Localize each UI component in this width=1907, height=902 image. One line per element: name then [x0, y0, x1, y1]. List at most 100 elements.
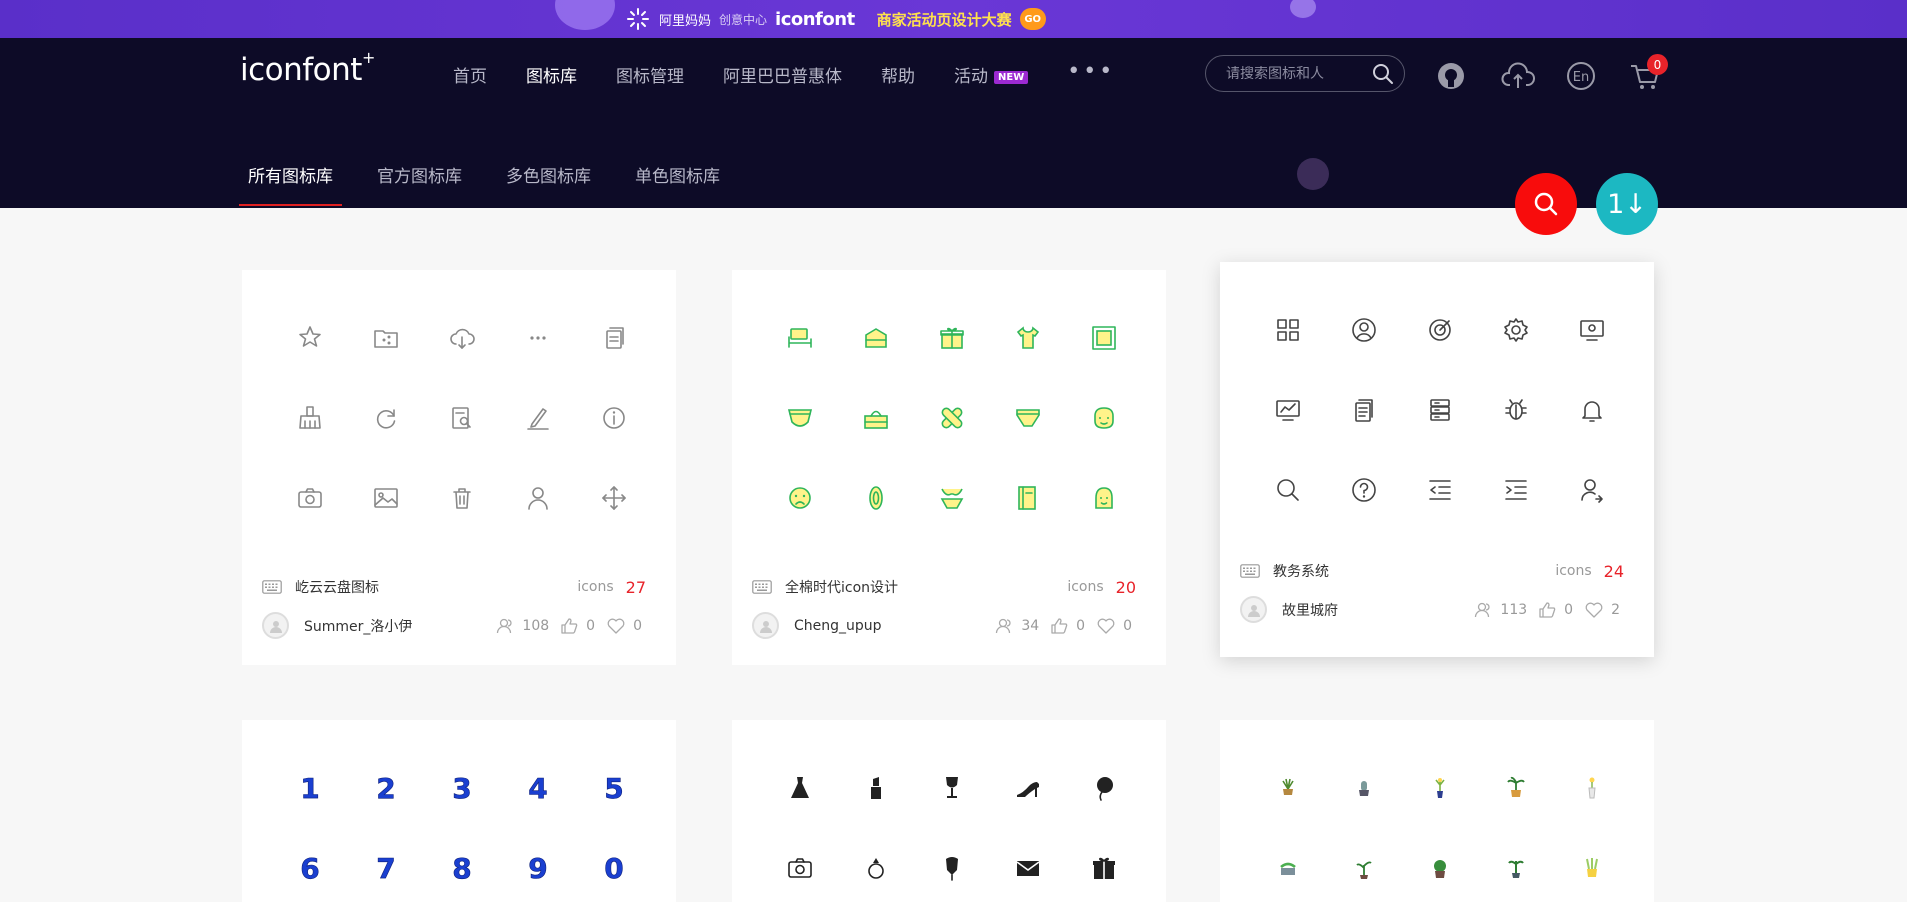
tab-multicolor-libraries[interactable]: 多色图标库	[506, 162, 591, 201]
search-icon	[1273, 475, 1303, 505]
library-card[interactable]: 全棉时代icon设计 icons 20 Cheng_upup 34 0 0	[732, 270, 1166, 665]
library-card[interactable]: 教务系统 icons 24 故里城府 113 0 2	[1220, 262, 1654, 657]
diaper-icon	[785, 403, 815, 433]
icon-count: 20	[1115, 577, 1136, 597]
user-edit-icon	[1577, 475, 1607, 505]
logo-plus: +	[361, 47, 375, 67]
chart-icon	[1273, 395, 1303, 425]
library-name[interactable]: 屹云云盘图标	[295, 577, 379, 597]
more-menu-icon[interactable]: •••	[1067, 59, 1115, 84]
svg-text:4: 4	[528, 773, 547, 803]
tree-pot-icon	[1501, 853, 1531, 883]
avatar[interactable]	[262, 612, 289, 639]
svg-text:6: 6	[300, 853, 319, 883]
icon-count-label: icons	[577, 579, 614, 595]
card-title-row: 全棉时代icon设计 icons 20	[752, 577, 1136, 597]
nav-help[interactable]: 帮助	[881, 62, 915, 87]
language-en-icon[interactable]: En	[1566, 61, 1596, 91]
heart-icon[interactable]	[1097, 618, 1115, 634]
author-name[interactable]: 故里城府	[1282, 600, 1338, 620]
search-input[interactable]	[1226, 65, 1366, 82]
nav-icon-library[interactable]: 图标库	[526, 62, 577, 87]
promo-banner[interactable]: 阿里妈妈 创意中心 iconfont 商家活动页设计大赛 GO	[0, 0, 1907, 38]
card-user-row: Cheng_upup 34 0 0	[752, 612, 1136, 639]
favorites-count: 0	[1123, 617, 1132, 634]
grid-icon	[1273, 315, 1303, 345]
tab-official-libraries[interactable]: 官方图标库	[377, 162, 462, 201]
gift-box-icon	[937, 323, 967, 353]
bed-icon	[785, 323, 815, 353]
tab-monochrome-libraries[interactable]: 单色图标库	[635, 162, 720, 201]
keyboard-icon	[752, 580, 772, 594]
logo-text: iconfont	[240, 52, 362, 88]
card-stats: 34 0 0	[995, 618, 1136, 634]
library-name[interactable]: 全棉时代icon设计	[785, 577, 898, 597]
ring-icon	[861, 853, 891, 883]
avatar[interactable]	[1240, 596, 1267, 623]
github-icon[interactable]	[1436, 61, 1466, 91]
gear-icon	[1501, 315, 1531, 345]
wine-glass-icon	[937, 773, 967, 803]
nav-icon-management[interactable]: 图标管理	[616, 62, 684, 87]
avatar[interactable]	[752, 612, 779, 639]
nav-activity[interactable]: 活动 NEW	[954, 62, 1029, 87]
nav-home[interactable]: 首页	[453, 62, 487, 87]
refresh-icon	[371, 403, 401, 433]
monitor-icon	[1577, 315, 1607, 345]
lipstick-icon	[861, 773, 891, 803]
move-icon	[599, 483, 629, 513]
nav-alibaba-font[interactable]: 阿里巴巴普惠体	[723, 62, 842, 87]
banner-decoration	[1290, 0, 1316, 18]
author-name[interactable]: Cheng_upup	[794, 618, 882, 634]
upload-cloud-icon[interactable]	[1501, 61, 1535, 91]
card-user-row: 故里城府 113 0 2	[1240, 596, 1624, 623]
star-icon	[295, 323, 325, 353]
heart-icon[interactable]	[1585, 602, 1603, 618]
nav-activity-label: 活动	[954, 67, 988, 87]
thumbs-up-icon[interactable]	[1539, 601, 1556, 618]
tissue-box-icon	[861, 403, 891, 433]
bottle-flower-icon	[1577, 773, 1607, 803]
digit-icon: 1	[295, 773, 325, 803]
copy-icon	[599, 323, 629, 353]
members-icon	[996, 618, 1011, 633]
icon-count-label: icons	[1067, 579, 1104, 595]
gift-icon	[1089, 853, 1119, 883]
doc-search-icon	[447, 403, 477, 433]
server-icon	[1425, 395, 1455, 425]
library-name[interactable]: 教务系统	[1273, 561, 1329, 581]
card-title-row: 教务系统 icons 24	[1240, 561, 1624, 581]
envelope-icon	[1013, 853, 1043, 883]
search-icon[interactable]	[1372, 63, 1394, 85]
members-icon	[497, 618, 512, 633]
flower-vase-icon	[1425, 773, 1455, 803]
card-stats: 113 0 2	[1474, 602, 1624, 618]
likes-count: 0	[1564, 601, 1574, 618]
floating-decoration	[1297, 158, 1329, 190]
indent-left-icon	[1425, 475, 1455, 505]
banner-iconfont-logo: iconfont	[775, 8, 855, 30]
digit-icon: 4	[523, 773, 553, 803]
thumbs-up-icon[interactable]	[561, 617, 578, 634]
tab-all-libraries[interactable]: 所有图标库	[239, 162, 342, 206]
site-logo[interactable]: iconfont+	[240, 48, 375, 88]
library-tabs: 所有图标库 官方图标库 多色图标库 单色图标库	[239, 162, 720, 206]
banner-go-button[interactable]: GO	[1019, 8, 1046, 30]
search-fab-button[interactable]	[1515, 173, 1577, 235]
face-icon	[1089, 403, 1119, 433]
thumbs-up-icon[interactable]	[1051, 617, 1068, 634]
yellow-plant-icon	[1577, 853, 1607, 883]
heart-icon[interactable]	[607, 618, 625, 634]
author-name[interactable]: Summer_洛小伊	[304, 616, 412, 636]
library-card[interactable]	[732, 720, 1166, 902]
banner-brand-sub: 创意中心	[719, 12, 768, 27]
icon-count-label: icons	[1555, 563, 1592, 579]
digit-icon: 9	[523, 853, 553, 883]
target-icon	[1425, 315, 1455, 345]
underwear-icon	[1013, 403, 1043, 433]
sort-fab-button[interactable]: 1↓	[1596, 173, 1658, 235]
search-box	[1205, 55, 1405, 92]
library-card[interactable]	[1220, 720, 1654, 902]
library-card[interactable]: 屹云云盘图标 icons 27 Summer_洛小伊 108 0 0	[242, 270, 676, 665]
library-card[interactable]: 1 2 3 4 5 6 7 8 9 0	[242, 720, 676, 902]
